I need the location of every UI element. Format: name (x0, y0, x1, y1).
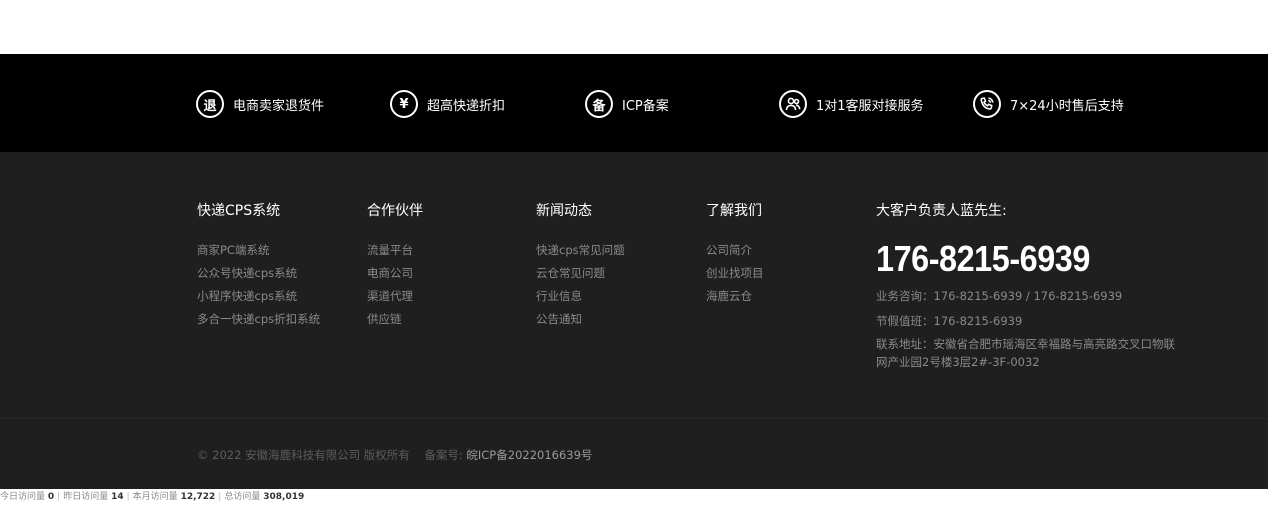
return-icon: 退 (196, 90, 224, 118)
service-label: ICP备案 (622, 98, 669, 114)
footer-link[interactable]: 海鹿云仓 (706, 285, 764, 308)
today-value: 0 (47, 492, 55, 502)
contact-title: 大客户负责人蓝先生: (876, 203, 1007, 219)
footer-link[interactable]: 公众号快递cps系统 (197, 262, 320, 285)
footer-column-partners: 合作伙伴 流量平台 电商公司 渠道代理 供应链 (367, 200, 423, 331)
business-phone: 业务咨询：176-8215-6939 / 176-8215-6939 (876, 289, 1123, 303)
footer-bottom: © 2022 安徽海鹿科技有限公司 版权所有 备案号: 皖ICP备2022016… (0, 418, 1268, 489)
service-bar: 退 电商卖家退货件 ¥ 超高快递折扣 备 ICP备案 1对1客服对接服务 7×2… (0, 54, 1268, 152)
footer-main: 快递CPS系统 商家PC端系统 公众号快递cps系统 小程序快递cps系统 多合… (0, 152, 1268, 418)
footer-link[interactable]: 云仓常见问题 (536, 262, 625, 285)
phone-icon (973, 90, 1001, 118)
footer-column-cps: 快递CPS系统 商家PC端系统 公众号快递cps系统 小程序快递cps系统 多合… (197, 200, 320, 331)
visit-stats: 今日访问量 0 | 昨日访问量 14 | 本月访问量 12,722 | 总访问量 308,0… (0, 492, 305, 502)
footer-link[interactable]: 电商公司 (367, 262, 423, 285)
total-label: 总访问量 (224, 492, 261, 502)
service-label: 7×24小时售后支持 (1010, 98, 1124, 114)
footer-link[interactable]: 行业信息 (536, 285, 625, 308)
service-label: 电商卖家退货件 (233, 98, 325, 114)
footer-column-about: 了解我们 公司简介 创业找项目 海鹿云仓 (706, 200, 764, 308)
service-discount: ¥ 超高快递折扣 (390, 90, 505, 118)
footer-link[interactable]: 商家PC端系统 (197, 239, 320, 262)
yesterday-value: 14 (111, 492, 124, 502)
copyright-text: © 2022 安徽海鹿科技有限公司 版权所有 (197, 448, 410, 462)
icp-link[interactable]: 皖ICP备2022016639号 (466, 448, 592, 462)
service-return: 退 电商卖家退货件 (196, 90, 324, 118)
column-title: 快递CPS系统 (197, 203, 281, 219)
service-label: 超高快递折扣 (427, 98, 506, 114)
icp-label: 备案号: (424, 448, 463, 462)
copyright: © 2022 安徽海鹿科技有限公司 版权所有 备案号: 皖ICP备2022016… (197, 447, 592, 463)
column-title: 新闻动态 (536, 203, 592, 219)
column-title: 了解我们 (706, 203, 762, 219)
address: 联系地址：安徽省合肥市瑶海区幸福路与高亮路交叉口物联网产业园2号楼3层2#-3F… (876, 337, 1175, 369)
service-label: 1对1客服对接服务 (816, 98, 924, 114)
footer-column-news: 新闻动态 快递cps常见问题 云仓常见问题 行业信息 公告通知 (536, 200, 625, 331)
footer-link[interactable]: 多合一快递cps折扣系统 (197, 308, 320, 331)
holiday-phone: 节假值班：176-8215-6939 (876, 314, 1023, 328)
service-icp: 备 ICP备案 (585, 90, 669, 118)
footer-link[interactable]: 供应链 (367, 308, 423, 331)
footer-link[interactable]: 快递cps常见问题 (536, 239, 625, 262)
yesterday-label: 昨日访问量 (63, 492, 109, 502)
filing-icon: 备 (585, 90, 613, 118)
footer-link[interactable]: 小程序快递cps系统 (197, 285, 320, 308)
footer-link[interactable]: 渠道代理 (367, 285, 423, 308)
month-value: 12,722 (180, 492, 216, 502)
month-label: 本月访问量 (132, 492, 178, 502)
hotline-number: 176-8215-6939 (876, 238, 1090, 279)
footer-link[interactable]: 公司简介 (706, 239, 764, 262)
footer-link[interactable]: 创业找项目 (706, 262, 764, 285)
service-customer: 1对1客服对接服务 (779, 90, 924, 118)
today-label: 今日访问量 (0, 492, 46, 502)
yen-icon: ¥ (390, 90, 418, 118)
footer-link[interactable]: 流量平台 (367, 239, 423, 262)
footer-link[interactable]: 公告通知 (536, 308, 625, 331)
total-value: 308,019 (263, 492, 305, 502)
contact-block: 大客户负责人蓝先生: 176-8215-6939 业务咨询：176-8215-6… (876, 200, 1196, 371)
customer-service-icon (779, 90, 807, 118)
service-support: 7×24小时售后支持 (973, 90, 1124, 118)
column-title: 合作伙伴 (367, 203, 423, 219)
